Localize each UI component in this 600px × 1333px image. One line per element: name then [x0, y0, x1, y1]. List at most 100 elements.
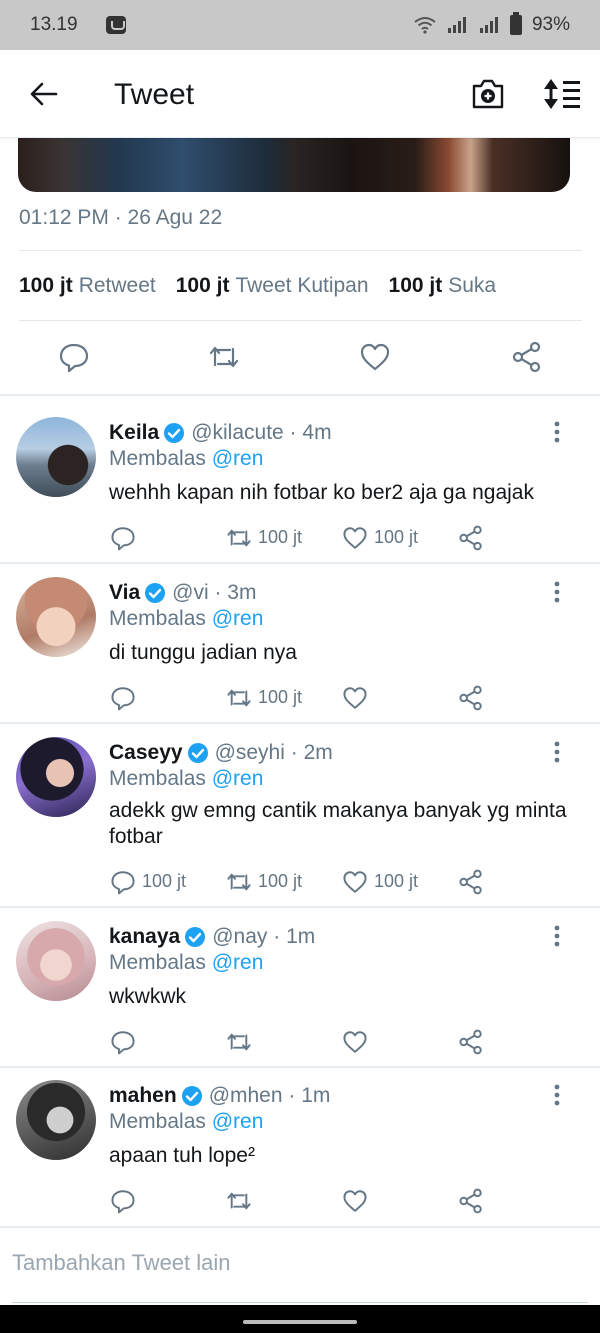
replying-prefix: Membalas — [109, 607, 206, 630]
author-handle: @vi · 3m — [172, 581, 257, 604]
replying-to: Membalas @ren — [109, 767, 263, 791]
avatar[interactable] — [16, 417, 96, 497]
mention-link[interactable]: @ren — [212, 607, 264, 630]
author-name[interactable]: mahen — [109, 1084, 177, 1108]
avatar[interactable] — [16, 1080, 96, 1160]
like-heart-icon[interactable] — [342, 685, 368, 711]
tweet-actions — [0, 336, 600, 380]
author-handle: @nay · 1m — [212, 925, 316, 948]
reply-icon[interactable] — [58, 341, 90, 373]
retweet-icon[interactable] — [226, 869, 252, 895]
mention-link[interactable]: @ren — [212, 1110, 264, 1133]
tweet-stats: 100 jt Retweet 100 jt Tweet Kutipan 100 jt… — [19, 274, 496, 298]
reply-icon[interactable] — [110, 1188, 136, 1214]
mention-link[interactable]: @ren — [212, 447, 264, 470]
avatar[interactable] — [16, 737, 96, 817]
share-icon[interactable] — [458, 1029, 484, 1055]
retweet-icon[interactable] — [208, 341, 240, 373]
page-title: Tweet — [114, 78, 195, 111]
like-count: 100 jt — [374, 527, 419, 547]
reply-text: di tunggu jadian nya — [109, 641, 297, 664]
author-name[interactable]: Caseyy — [109, 741, 183, 765]
stat-count: 100 jt — [388, 274, 443, 297]
share-icon[interactable] — [511, 341, 543, 373]
mention-link[interactable]: @ren — [212, 767, 264, 790]
stat-label: Retweet — [78, 274, 156, 297]
mention-link[interactable]: @ren — [212, 951, 264, 974]
like-count: 100 jt — [374, 871, 419, 891]
author-name[interactable]: kanaya — [109, 925, 180, 949]
tweet-timestamp: 01:12 PM · 26 Agu 22 — [19, 206, 223, 229]
verified-badge-icon — [164, 423, 185, 443]
reply-header: Keila @kilacute · 4m — [109, 421, 332, 445]
more-options-icon[interactable] — [550, 1083, 564, 1109]
more-options-icon[interactable] — [550, 580, 564, 606]
stat-count: 100 jt — [19, 274, 73, 297]
retweet-count: 100 jt — [258, 527, 303, 547]
retweet-icon[interactable] — [226, 525, 252, 551]
like-heart-icon[interactable] — [342, 869, 368, 895]
author-name[interactable]: Keila — [109, 421, 159, 445]
signal-icon-2 — [479, 17, 498, 33]
more-options-icon[interactable] — [550, 740, 564, 766]
share-icon[interactable] — [458, 869, 484, 895]
reply-icon[interactable] — [110, 685, 136, 711]
reply-icon[interactable] — [110, 525, 136, 551]
avatar[interactable] — [16, 577, 96, 657]
compose-tweet-input[interactable]: Tambahkan Tweet lain — [12, 1250, 231, 1276]
home-gesture-handle[interactable] — [243, 1320, 357, 1324]
author-handle: @mhen · 1m — [208, 1084, 331, 1107]
author-handle: @kilacute · 4m — [191, 421, 332, 444]
back-arrow-icon[interactable] — [28, 78, 60, 110]
reply-item[interactable]: Via @vi · 3m Membalas @ren di tunggu jad… — [0, 564, 600, 722]
replying-to: Membalas @ren — [109, 447, 263, 471]
retweet-icon[interactable] — [226, 685, 252, 711]
reply-item[interactable]: Caseyy @seyhi · 2m Membalas @ren adekk g… — [0, 724, 600, 906]
avatar[interactable] — [16, 921, 96, 1001]
retweet-icon[interactable] — [226, 1188, 252, 1214]
replying-to: Membalas @ren — [109, 1110, 263, 1134]
like-heart-icon[interactable] — [342, 1029, 368, 1055]
like-heart-icon[interactable] — [359, 341, 391, 373]
reply-actions: 100 jt 100 jt 100 jt — [0, 867, 600, 897]
stat-count: 100 jt — [175, 274, 230, 297]
reply-icon[interactable] — [110, 869, 136, 895]
stat-likes[interactable]: 100 jt Suka — [389, 274, 497, 298]
stat-label: Tweet Kutipan — [235, 274, 369, 297]
battery-icon — [509, 12, 522, 35]
battery-level: 93% — [531, 14, 570, 35]
app-bar: Tweet — [0, 50, 600, 138]
reply-actions — [0, 1027, 600, 1057]
reply-actions — [0, 1186, 600, 1216]
replying-prefix: Membalas — [109, 951, 206, 974]
reply-icon[interactable] — [110, 1029, 136, 1055]
share-icon[interactable] — [458, 1188, 484, 1214]
author-handle: @seyhi · 2m — [214, 741, 333, 764]
verified-badge-icon — [187, 743, 208, 763]
reply-text: wkwkwk — [109, 985, 186, 1008]
verified-badge-icon — [145, 583, 166, 603]
replying-prefix: Membalas — [109, 1110, 206, 1133]
author-name[interactable]: Via — [109, 581, 140, 605]
sort-icon[interactable] — [542, 76, 582, 112]
like-heart-icon[interactable] — [342, 1188, 368, 1214]
signal-icon-1 — [447, 17, 466, 33]
reply-actions: 100 jt 100 jt — [0, 523, 600, 553]
reply-item[interactable]: Keila @kilacute · 4m Membalas @ren wehhh… — [0, 396, 600, 562]
reply-item[interactable]: mahen @mhen · 1m Membalas @ren apaan tuh… — [0, 1068, 600, 1226]
system-nav-bar — [0, 1305, 600, 1333]
retweet-count: 100 jt — [258, 871, 303, 891]
share-icon[interactable] — [458, 685, 484, 711]
stat-label: Suka — [448, 274, 497, 297]
retweet-icon[interactable] — [226, 1029, 252, 1055]
more-options-icon[interactable] — [550, 924, 564, 950]
wifi-icon — [414, 17, 436, 34]
like-heart-icon[interactable] — [342, 525, 368, 551]
more-options-icon[interactable] — [550, 420, 564, 446]
stat-quote-tweets[interactable]: 100 jt Tweet Kutipan — [176, 274, 369, 298]
stat-retweets[interactable]: 100 jt Retweet — [19, 274, 156, 298]
share-icon[interactable] — [458, 525, 484, 551]
reply-header: mahen @mhen · 1m — [109, 1084, 330, 1108]
reply-item[interactable]: kanaya @nay · 1m Membalas @ren wkwkwk — [0, 908, 600, 1066]
camera-add-icon[interactable] — [470, 76, 506, 112]
